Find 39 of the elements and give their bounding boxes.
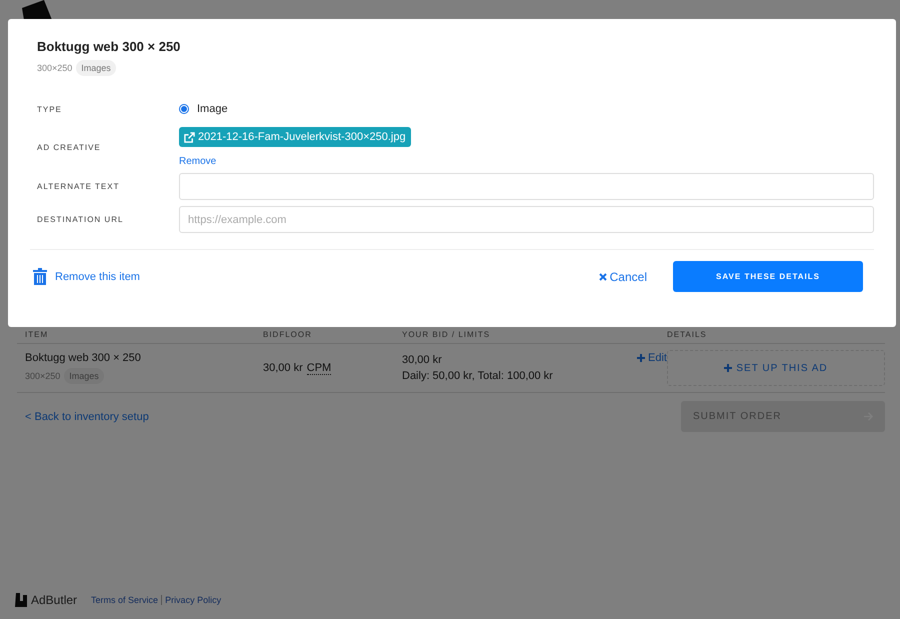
bid-text: 30,00 kr <box>402 354 443 366</box>
butler-icon <box>13 591 29 609</box>
close-icon <box>598 272 607 280</box>
size-text: 300×250 <box>25 371 60 381</box>
column-header: BIDFLOOR <box>263 329 313 341</box>
text-field[interactable]: https://example.com <box>179 206 874 233</box>
item-name: Boktugg web 300 × 250 <box>25 352 142 364</box>
column-header: DETAILS <box>667 329 708 341</box>
brand-logo: AdButler <box>13 591 78 609</box>
plus-icon <box>637 354 645 362</box>
remove-item-link[interactable]: Remove this item <box>33 268 140 285</box>
trash-icon <box>33 268 47 285</box>
field-label: DESTINATION URL <box>37 215 124 224</box>
footer-link[interactable]: Privacy Policy <box>165 595 222 605</box>
remove-link[interactable]: Remove <box>179 156 874 167</box>
unit-text: CPM <box>306 362 332 374</box>
field-label: TYPE <box>37 104 63 114</box>
field-label: ALTERNATE TEXT <box>37 182 120 191</box>
setup-button[interactable]: SET UP THIS AD <box>667 350 885 386</box>
back-link[interactable]: < Back to inventory setup <box>25 410 149 422</box>
column-header: YOUR BID / LIMITS <box>402 329 492 341</box>
cancel-button[interactable]: Cancel <box>598 270 647 284</box>
type-tag: Images <box>64 368 104 384</box>
modal-title: Boktugg web 300 × 250 <box>36 39 182 54</box>
limits-text: Daily: 50,00 kr, Total: 100,00 kr <box>402 370 554 382</box>
text-field[interactable] <box>179 173 874 200</box>
field-label: AD CREATIVE <box>37 142 102 152</box>
type-tag: Images <box>76 60 116 76</box>
plus-icon <box>724 364 732 372</box>
radio-label: Image <box>197 103 228 115</box>
external-link-icon <box>184 132 195 142</box>
save-button[interactable]: SAVE THESE DETAILS <box>673 261 863 292</box>
size-text: 300×250 <box>37 63 72 73</box>
column-header: ITEM <box>25 329 50 341</box>
bidfloor-text: 30,00 kr <box>263 362 303 374</box>
radio-button[interactable] <box>179 104 189 114</box>
footer-link[interactable]: Terms of Service <box>91 595 158 605</box>
edit-link[interactable]: Edit <box>637 352 667 364</box>
file-link[interactable]: 2021-12-16-Fam-Juvelerkvist-300×250.jpg <box>179 127 411 147</box>
